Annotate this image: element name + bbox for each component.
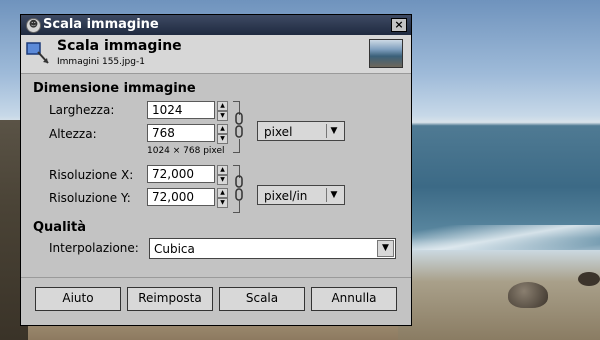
width-label: Larghezza: — [49, 103, 115, 117]
res-x-decrease-icon[interactable]: ▼ — [217, 175, 228, 185]
size-note: 1024 × 768 pixel — [147, 146, 225, 156]
window-titlebar[interactable]: ☻ Scala immagine × — [21, 15, 411, 35]
quality-heading: Qualità — [33, 220, 86, 235]
height-increase-icon[interactable]: ▲ — [217, 124, 228, 134]
unit-value: pixel — [264, 125, 293, 139]
dialog-header: Scala immagine Immagini 155.jpg-1 — [21, 35, 411, 74]
res-y-input[interactable]: 72,000 — [147, 188, 215, 206]
background-beach — [398, 250, 600, 340]
height-spinner[interactable]: 768 ▲ ▼ — [147, 124, 231, 144]
interpolation-value: Cubica — [154, 242, 195, 256]
width-input[interactable]: 1024 — [147, 101, 215, 119]
window-title: Scala immagine — [43, 17, 159, 32]
gimp-icon[interactable]: ☻ — [26, 18, 41, 33]
close-icon[interactable]: × — [391, 18, 407, 32]
height-input[interactable]: 768 — [147, 124, 215, 142]
res-x-label: Risoluzione X: — [49, 168, 134, 182]
scale-tool-icon — [26, 42, 49, 64]
res-x-input[interactable]: 72,000 — [147, 165, 215, 183]
interpolation-label: Interpolazione: — [49, 241, 139, 255]
res-bracket-bottom — [233, 200, 240, 213]
dialog-title: Scala immagine — [57, 38, 182, 54]
height-decrease-icon[interactable]: ▼ — [217, 134, 228, 144]
interpolation-dropdown[interactable]: Cubica ▼ — [149, 238, 396, 259]
chevron-down-icon: ▼ — [377, 240, 394, 257]
chain-link-icon[interactable] — [235, 112, 243, 138]
height-label: Altezza: — [49, 127, 97, 141]
image-size-heading: Dimensione immagine — [33, 81, 196, 96]
width-decrease-icon[interactable]: ▼ — [217, 111, 228, 121]
size-bracket-bottom — [233, 139, 240, 153]
res-x-increase-icon[interactable]: ▲ — [217, 165, 228, 175]
res-unit-dropdown[interactable]: pixel/in ▼ — [257, 185, 345, 205]
reset-button[interactable]: Reimposta — [127, 287, 213, 311]
help-button[interactable]: Aiuto — [35, 287, 121, 311]
scale-image-dialog: ☻ Scala immagine × Scala immagine Immagi… — [20, 14, 412, 326]
res-y-decrease-icon[interactable]: ▼ — [217, 198, 228, 208]
cancel-button[interactable]: Annulla — [311, 287, 397, 311]
res-unit-value: pixel/in — [264, 189, 308, 203]
chevron-down-icon: ▼ — [326, 124, 341, 138]
background-rock — [508, 282, 548, 308]
width-spinner[interactable]: 1024 ▲ ▼ — [147, 101, 231, 121]
res-y-spinner[interactable]: 72,000 ▲ ▼ — [147, 188, 231, 208]
res-y-label: Risoluzione Y: — [49, 191, 131, 205]
res-x-spinner[interactable]: 72,000 ▲ ▼ — [147, 165, 231, 185]
chain-link-res-icon[interactable] — [235, 175, 243, 201]
res-y-increase-icon[interactable]: ▲ — [217, 188, 228, 198]
image-name: Immagini 155.jpg-1 — [57, 57, 145, 67]
unit-dropdown[interactable]: pixel ▼ — [257, 121, 345, 141]
scale-button[interactable]: Scala — [219, 287, 305, 311]
divider — [21, 277, 411, 278]
background-rock-small — [578, 272, 600, 286]
chevron-down-icon: ▼ — [326, 188, 341, 202]
image-thumbnail — [369, 39, 403, 68]
width-increase-icon[interactable]: ▲ — [217, 101, 228, 111]
